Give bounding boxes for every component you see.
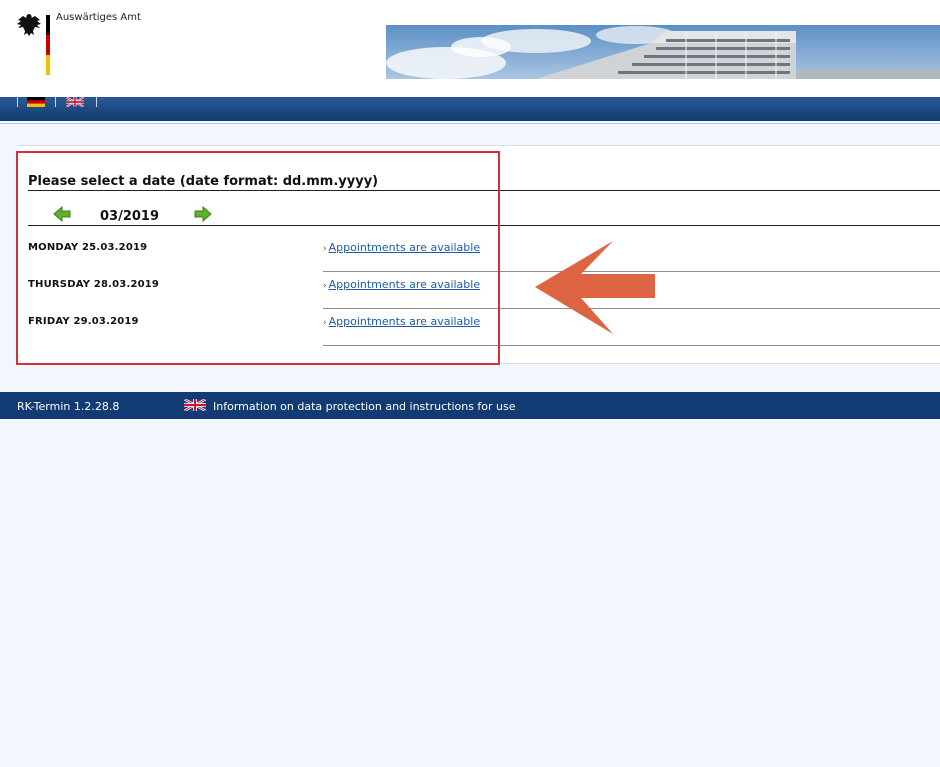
uk-flag-icon	[184, 399, 206, 411]
version-label: RK-Termin 1.2.28.8	[17, 400, 120, 413]
data-protection-link[interactable]: Information on data protection and instr…	[213, 400, 516, 413]
annotation-highlight-box	[16, 151, 500, 365]
header-divider	[0, 123, 940, 124]
org-name: Auswärtiges Amt	[56, 12, 141, 23]
federal-eagle-icon	[17, 14, 41, 36]
german-flag-stripe	[46, 15, 50, 75]
german-flag-icon[interactable]	[27, 97, 45, 107]
header-banner-image	[386, 25, 940, 79]
language-separator	[96, 97, 97, 107]
language-separator	[17, 97, 18, 107]
site-footer: RK-Termin 1.2.28.8 Information on data p…	[0, 392, 940, 419]
language-bar	[0, 97, 940, 121]
site-header: Auswärtiges Amt	[0, 0, 940, 97]
annotation-arrow-left-icon	[535, 241, 655, 334]
language-separator	[55, 97, 56, 107]
uk-flag-icon[interactable]	[66, 97, 84, 107]
